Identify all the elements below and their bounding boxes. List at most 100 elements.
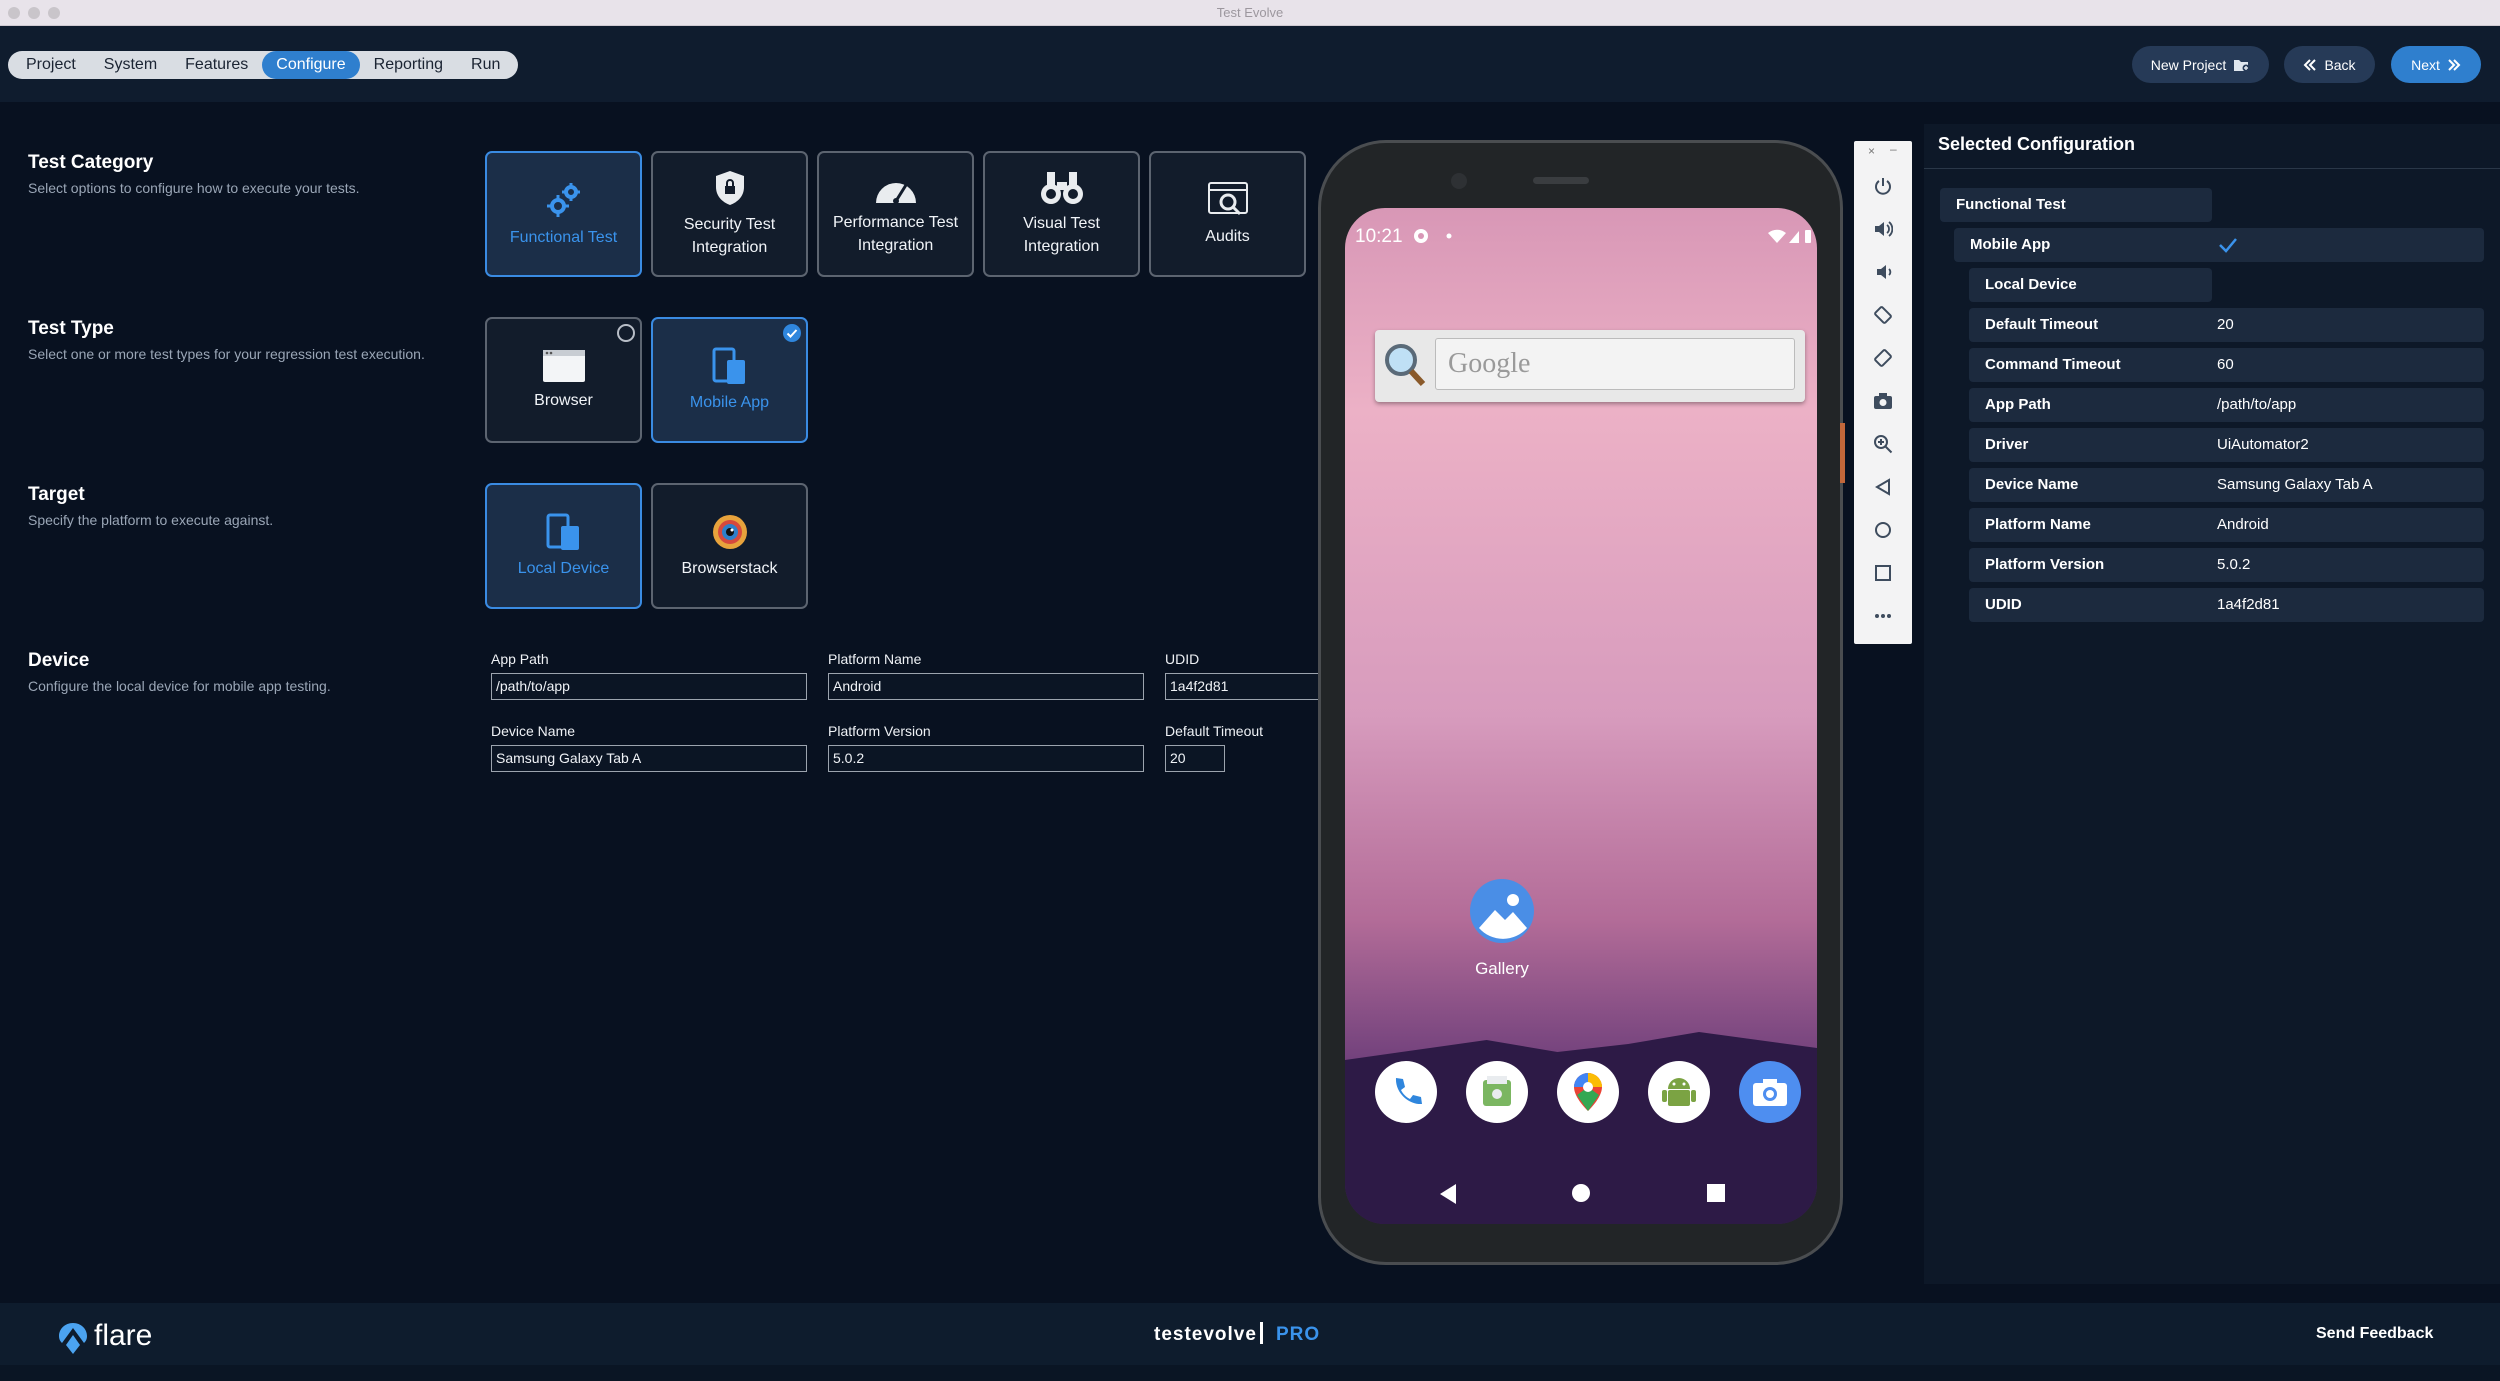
category-card-functional-test[interactable]: Functional Test <box>485 151 642 277</box>
category-label: Audits <box>1205 227 1250 245</box>
double-chevron-left-icon <box>2304 58 2317 71</box>
local-device-icon <box>546 513 579 550</box>
rotate-left-button[interactable] <box>1871 303 1895 327</box>
bottom-strip <box>0 1365 2500 1381</box>
tab-features[interactable]: Features <box>171 51 262 79</box>
android-overview-icon[interactable] <box>1706 1183 1726 1203</box>
test-category-title: Test Category <box>28 152 154 173</box>
udid-input[interactable]: 1a4f2d81 <box>1165 673 1320 700</box>
folder-plus-icon <box>2234 59 2250 71</box>
back-button[interactable]: Back <box>2284 46 2375 83</box>
platform-version-label: Platform Version <box>828 723 931 739</box>
category-card-audits[interactable]: Audits <box>1149 151 1306 277</box>
back-nav-button[interactable] <box>1871 475 1895 499</box>
send-feedback-link[interactable]: Send Feedback <box>2316 1325 2433 1343</box>
power-button[interactable] <box>1871 174 1895 198</box>
config-key: App Path <box>1985 396 2051 413</box>
tab-system[interactable]: System <box>90 51 171 79</box>
tab-run[interactable]: Run <box>457 51 514 79</box>
config-row: Command Timeout 60 <box>1969 348 2484 382</box>
status-bar-time: 10:21 <box>1355 226 1403 247</box>
device-name-input[interactable]: Samsung Galaxy Tab A <box>491 745 807 772</box>
category-card-visual-test[interactable]: Visual Test Integration <box>983 151 1140 277</box>
volume-down-button[interactable] <box>1871 260 1895 284</box>
config-row: Default Timeout 20 <box>1969 308 2484 342</box>
more-button[interactable] <box>1871 604 1895 628</box>
camera-icon <box>1753 1079 1787 1106</box>
config-mobile-app: Mobile App <box>1954 228 2484 262</box>
next-button[interactable]: Next <box>2391 46 2481 83</box>
target-label: Local Device <box>517 559 610 577</box>
test-type-title: Test Type <box>28 318 114 339</box>
default-timeout-label: Default Timeout <box>1165 723 1264 739</box>
category-label-line1: Security Test <box>683 216 776 233</box>
device-desc: Configure the local device for mobile ap… <box>28 678 331 694</box>
browser-radio[interactable] <box>617 324 635 342</box>
target-card-browserstack[interactable]: Browserstack <box>651 483 808 609</box>
emulator-screen[interactable]: 10:21 Google Gallery <box>1345 208 1817 1224</box>
mobile-app-check[interactable] <box>783 324 801 342</box>
test-type-card-browser[interactable]: Browser <box>485 317 642 443</box>
gallery-app[interactable]: Gallery <box>1467 878 1537 979</box>
overview-icon <box>1875 565 1891 581</box>
toolbar-minimize-icon[interactable]: – <box>1890 142 1897 156</box>
step-tabs: Project System Features Configure Report… <box>8 51 519 79</box>
dock-maps-app[interactable] <box>1557 1061 1619 1123</box>
zoom-icon <box>1874 435 1893 454</box>
overview-nav-button[interactable] <box>1871 561 1895 585</box>
status-icons <box>1768 229 1811 243</box>
top-navigation: Project System Features Configure Report… <box>0 26 2500 102</box>
power-key <box>1840 423 1845 483</box>
tab-project[interactable]: Project <box>12 51 90 79</box>
toolbar-close-icon[interactable]: × <box>1868 144 1875 158</box>
shield-icon <box>715 171 744 205</box>
device-section: Device Configure the local device for mo… <box>28 650 331 694</box>
category-card-security-test[interactable]: Security Test Integration <box>651 151 808 277</box>
config-value: Samsung Galaxy Tab A <box>2217 476 2373 493</box>
tab-configure[interactable]: Configure <box>262 51 360 79</box>
android-back-icon[interactable] <box>1438 1183 1458 1205</box>
test-type-card-mobile-app[interactable]: Mobile App <box>651 317 808 443</box>
zoom-button[interactable] <box>1871 432 1895 456</box>
panel-divider <box>1924 168 2500 169</box>
config-row: Platform Version 5.0.2 <box>1969 548 2484 582</box>
more-icon <box>1875 614 1891 618</box>
dock-android-app[interactable] <box>1648 1061 1710 1123</box>
gears-icon <box>546 182 580 217</box>
platform-name-input[interactable]: Android <box>828 673 1144 700</box>
config-key: Platform Version <box>1985 556 2105 573</box>
audit-icon <box>1207 181 1248 215</box>
default-timeout-input[interactable]: 20 <box>1165 745 1225 772</box>
new-project-button[interactable]: New Project <box>2132 46 2269 83</box>
flare-logo-icon <box>59 1323 87 1354</box>
dock-camera-app[interactable] <box>1739 1061 1801 1123</box>
google-search-widget[interactable]: Google <box>1375 330 1805 402</box>
checkmark-icon <box>786 329 798 338</box>
target-card-local-device[interactable]: Local Device <box>485 483 642 609</box>
config-local-device: Local Device <box>1969 268 2212 302</box>
app-path-field: App Path /path/to/app <box>491 651 807 700</box>
rotate-right-button[interactable] <box>1871 346 1895 370</box>
home-icon <box>1875 522 1891 538</box>
home-nav-button[interactable] <box>1871 518 1895 542</box>
dock-files-app[interactable] <box>1466 1061 1528 1123</box>
front-camera <box>1451 173 1467 189</box>
app-path-input[interactable]: /path/to/app <box>491 673 807 700</box>
power-icon <box>1875 178 1891 195</box>
new-project-label: New Project <box>2150 56 2227 73</box>
browserstack-icon <box>712 514 747 549</box>
config-value: Android <box>2217 516 2269 533</box>
volume-up-button[interactable] <box>1871 217 1895 241</box>
screenshot-button[interactable] <box>1871 389 1895 413</box>
config-functional-test: Functional Test <box>1940 188 2212 222</box>
device-name-field: Device Name Samsung Galaxy Tab A <box>491 723 807 772</box>
gallery-label: Gallery <box>1475 959 1529 978</box>
category-card-performance-test[interactable]: Performance Test Integration <box>817 151 974 277</box>
android-home-icon[interactable] <box>1571 1183 1591 1203</box>
maps-icon <box>1574 1073 1602 1111</box>
category-label-line2: Integration <box>1023 238 1100 255</box>
dock-phone-app[interactable] <box>1375 1061 1437 1123</box>
tab-reporting[interactable]: Reporting <box>360 51 457 79</box>
platform-version-input[interactable]: 5.0.2 <box>828 745 1144 772</box>
google-search-box[interactable]: Google <box>1435 338 1795 390</box>
